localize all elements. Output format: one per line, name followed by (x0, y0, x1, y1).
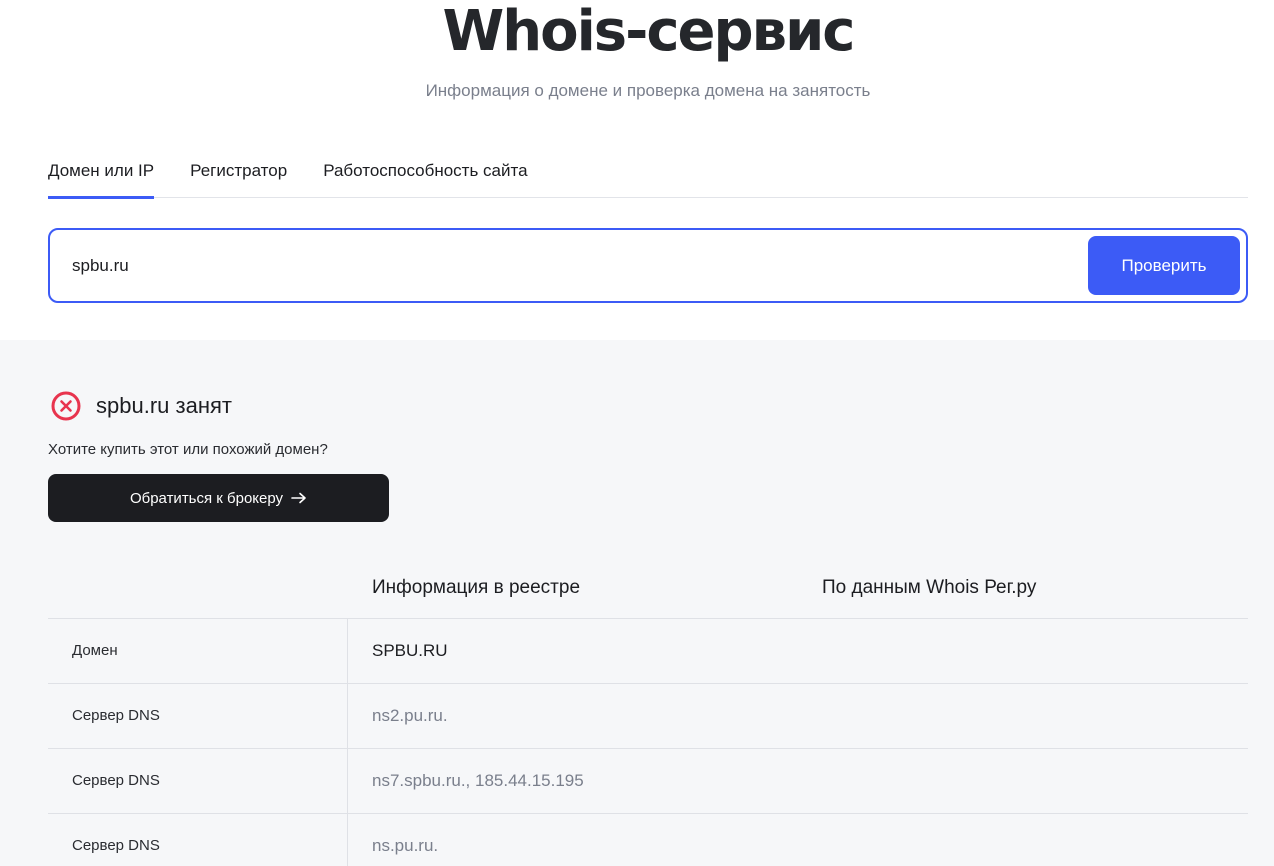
whois-table: Информация в реестре По данным Whois Рег… (48, 560, 1248, 866)
table-header: Информация в реестре По данным Whois Рег… (48, 560, 1248, 619)
row-label: Сервер DNS (72, 837, 160, 854)
status-domain: spbu.ru (96, 393, 170, 418)
page-title: Whois-сервис (442, 0, 855, 64)
x-circle-icon (51, 391, 81, 421)
buy-question: Хотите купить этот или похожий домен? (48, 441, 328, 458)
table-row: Сервер DNS ns7.spbu.ru., 185.44.15.195 (48, 749, 1248, 814)
page-subtitle: Информация о домене и проверка домена на… (425, 81, 871, 100)
domain-search-input[interactable] (72, 252, 972, 280)
status-text: занят (175, 393, 232, 418)
contact-broker-label: Обратиться к брокеру (129, 489, 284, 507)
arrow-right-icon (291, 492, 306, 504)
table-row: Домен SPBU.RU (48, 619, 1248, 684)
row-value: SPBU.RU (372, 641, 448, 660)
check-button[interactable]: Проверить (1088, 236, 1240, 295)
table-row: Сервер DNS ns.pu.ru. (48, 814, 1248, 866)
column-registry-info: Информация в реестре (372, 577, 581, 598)
tab-site-availability[interactable]: Работоспособность сайта (323, 150, 527, 198)
row-label: Сервер DNS (72, 707, 160, 724)
table-row: Сервер DNS ns2.pu.ru. (48, 684, 1248, 749)
results-section: spbu.ru занят Хотите купить этот или пох… (0, 340, 1274, 866)
tab-domain-or-ip[interactable]: Домен или IP (48, 150, 155, 199)
domain-status-heading: spbu.ru занят (96, 392, 232, 420)
search-box: Проверить (48, 228, 1248, 303)
row-label: Сервер DNS (72, 772, 160, 789)
row-value: ns.pu.ru. (372, 836, 439, 855)
lookup-tabs: Домен или IP Регистратор Работоспособнос… (48, 150, 1248, 199)
column-whois-regru: По данным Whois Рег.ру (822, 577, 1037, 598)
contact-broker-button[interactable]: Обратиться к брокеру (48, 474, 389, 522)
row-value: ns7.spbu.ru., 185.44.15.195 (372, 771, 584, 790)
row-value: ns2.pu.ru. (372, 706, 448, 725)
tab-registrar[interactable]: Регистратор (190, 150, 287, 198)
row-label: Домен (72, 642, 118, 659)
